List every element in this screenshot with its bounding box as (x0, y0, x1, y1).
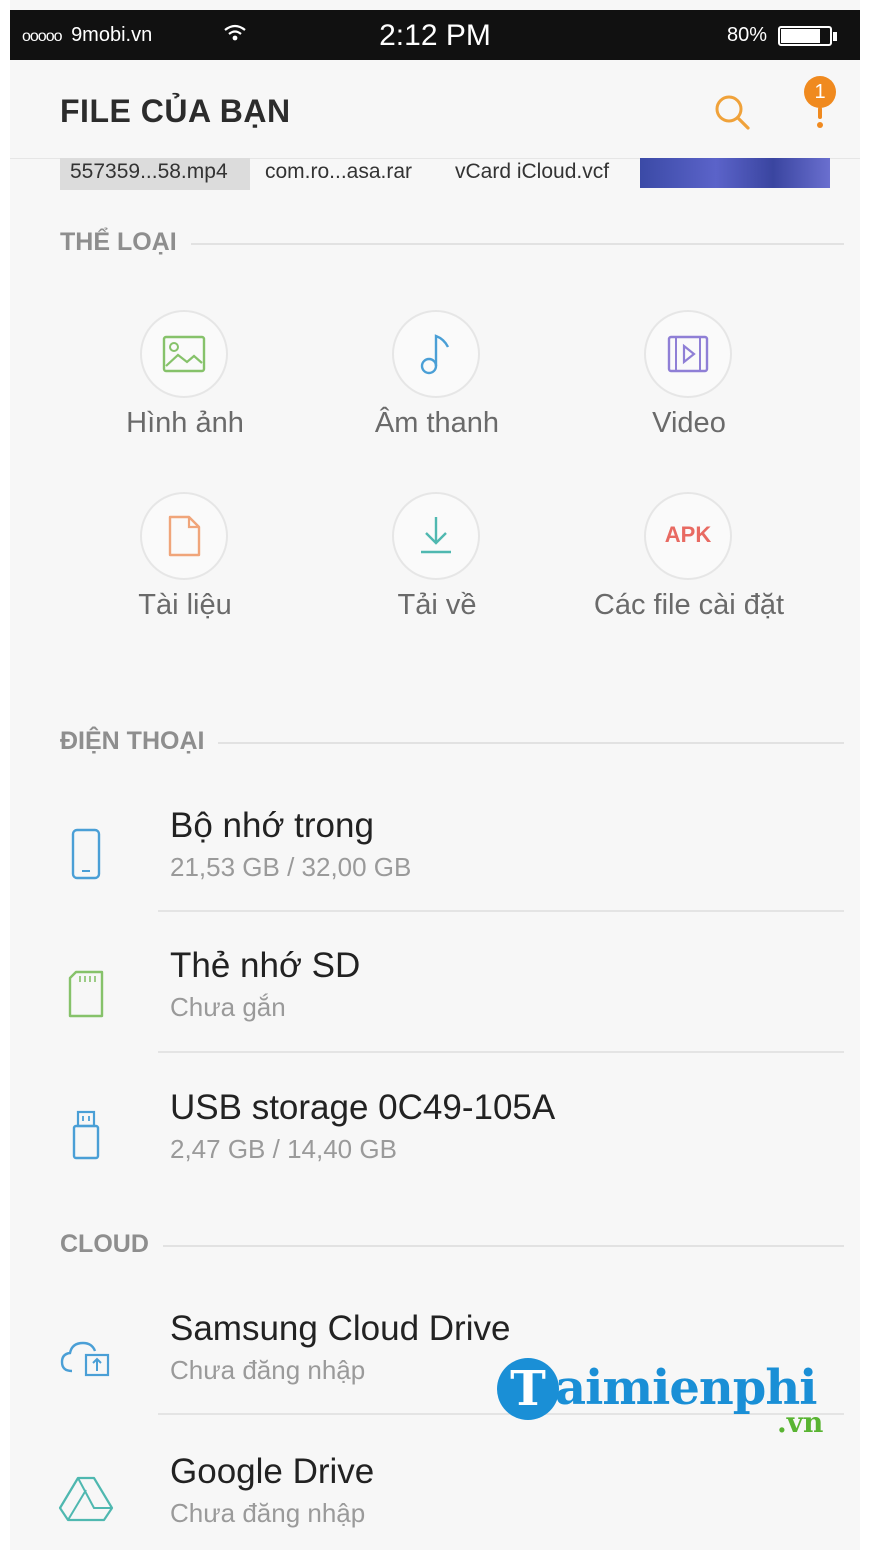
section-label: CLOUD (60, 1230, 163, 1259)
usb-icon (56, 1104, 116, 1164)
row-title: Samsung Cloud Drive (170, 1309, 511, 1348)
phone-section-header: ĐIỆN THOẠI (60, 727, 844, 757)
status-bar: ooooo 9mobi.vn 2:12 PM 80% (10, 10, 860, 60)
category-images[interactable]: Hình ảnh (60, 310, 310, 460)
category-video[interactable]: Video (564, 310, 814, 460)
battery-icon (778, 26, 832, 46)
category-documents[interactable]: Tài liệu (60, 492, 310, 642)
google-drive-icon (56, 1468, 116, 1528)
battery-tip (833, 32, 837, 41)
recent-image-thumbnail[interactable] (640, 158, 830, 188)
row-subtitle: Chưa đăng nhập (170, 1498, 366, 1528)
page-title: FILE CỦA BẠN (60, 93, 291, 129)
category-install-files[interactable]: APK Các file cài đặt (564, 492, 814, 642)
cloud-row-google-drive[interactable]: Google Drive Chưa đăng nhập (10, 1446, 860, 1550)
phone-icon (56, 822, 116, 882)
notification-badge: 1 (804, 76, 836, 108)
recent-files-strip: 557359...58.mp4 com.ro...asa.rar vCard i… (60, 158, 830, 190)
recent-file-item[interactable]: vCard iCloud.vcf (455, 158, 609, 190)
image-icon (140, 310, 228, 398)
category-audio[interactable]: Âm thanh (312, 310, 562, 460)
row-subtitle: 2,47 GB / 14,40 GB (170, 1134, 397, 1164)
row-title: Thẻ nhớ SD (170, 946, 361, 985)
cloud-icon (56, 1325, 116, 1385)
storage-row-usb[interactable]: USB storage 0C49-105A 2,47 GB / 14,40 GB (10, 1082, 860, 1212)
row-divider (158, 1051, 844, 1053)
recent-file-item[interactable]: com.ro...asa.rar (265, 158, 412, 190)
category-label: Tài liệu (138, 589, 232, 621)
categories-section-header: THỂ LOẠI (60, 228, 844, 258)
apk-icon-text: APK (664, 522, 712, 547)
row-title: USB storage 0C49-105A (170, 1088, 556, 1127)
file-manager-screen: ooooo 9mobi.vn 2:12 PM 80% FILE CỦA BẠN … (10, 0, 860, 1550)
download-icon (392, 492, 480, 580)
category-label: Các file cài đặt (593, 589, 785, 621)
notification-stem (818, 107, 822, 119)
category-downloads[interactable]: Tải về (312, 492, 562, 642)
battery-percent: 80% (727, 24, 768, 46)
category-label: Hình ảnh (126, 407, 244, 439)
taimienphi-watermark-logo: T aimienphi .vn (497, 1358, 837, 1448)
section-label: THỂ LOẠI (60, 228, 191, 257)
watermark-initial: T (497, 1358, 559, 1420)
notification-dot (817, 122, 823, 128)
recent-file-item[interactable]: 557359...58.mp4 (60, 158, 250, 190)
apk-icon: APK (644, 492, 732, 580)
section-label: ĐIỆN THOẠI (60, 727, 219, 756)
row-title: Bộ nhớ trong (170, 806, 374, 845)
row-divider (158, 910, 844, 912)
music-note-icon (392, 310, 480, 398)
row-subtitle: Chưa gắn (170, 992, 286, 1022)
cloud-section-header: CLOUD (60, 1230, 844, 1260)
category-label: Video (652, 407, 726, 439)
video-icon (644, 310, 732, 398)
watermark-suffix: .vn (777, 1406, 824, 1439)
row-subtitle: 21,53 GB / 32,00 GB (170, 852, 412, 882)
search-icon[interactable] (710, 90, 754, 134)
section-divider (60, 1245, 844, 1247)
notification-button[interactable]: 1 (800, 76, 848, 136)
document-icon (140, 492, 228, 580)
category-label: Âm thanh (374, 407, 500, 439)
row-subtitle: Chưa đăng nhập (170, 1355, 366, 1385)
sd-card-icon (56, 962, 116, 1022)
category-label: Tải về (397, 589, 477, 621)
row-title: Google Drive (170, 1452, 375, 1491)
app-header: FILE CỦA BẠN 1 (10, 60, 860, 159)
